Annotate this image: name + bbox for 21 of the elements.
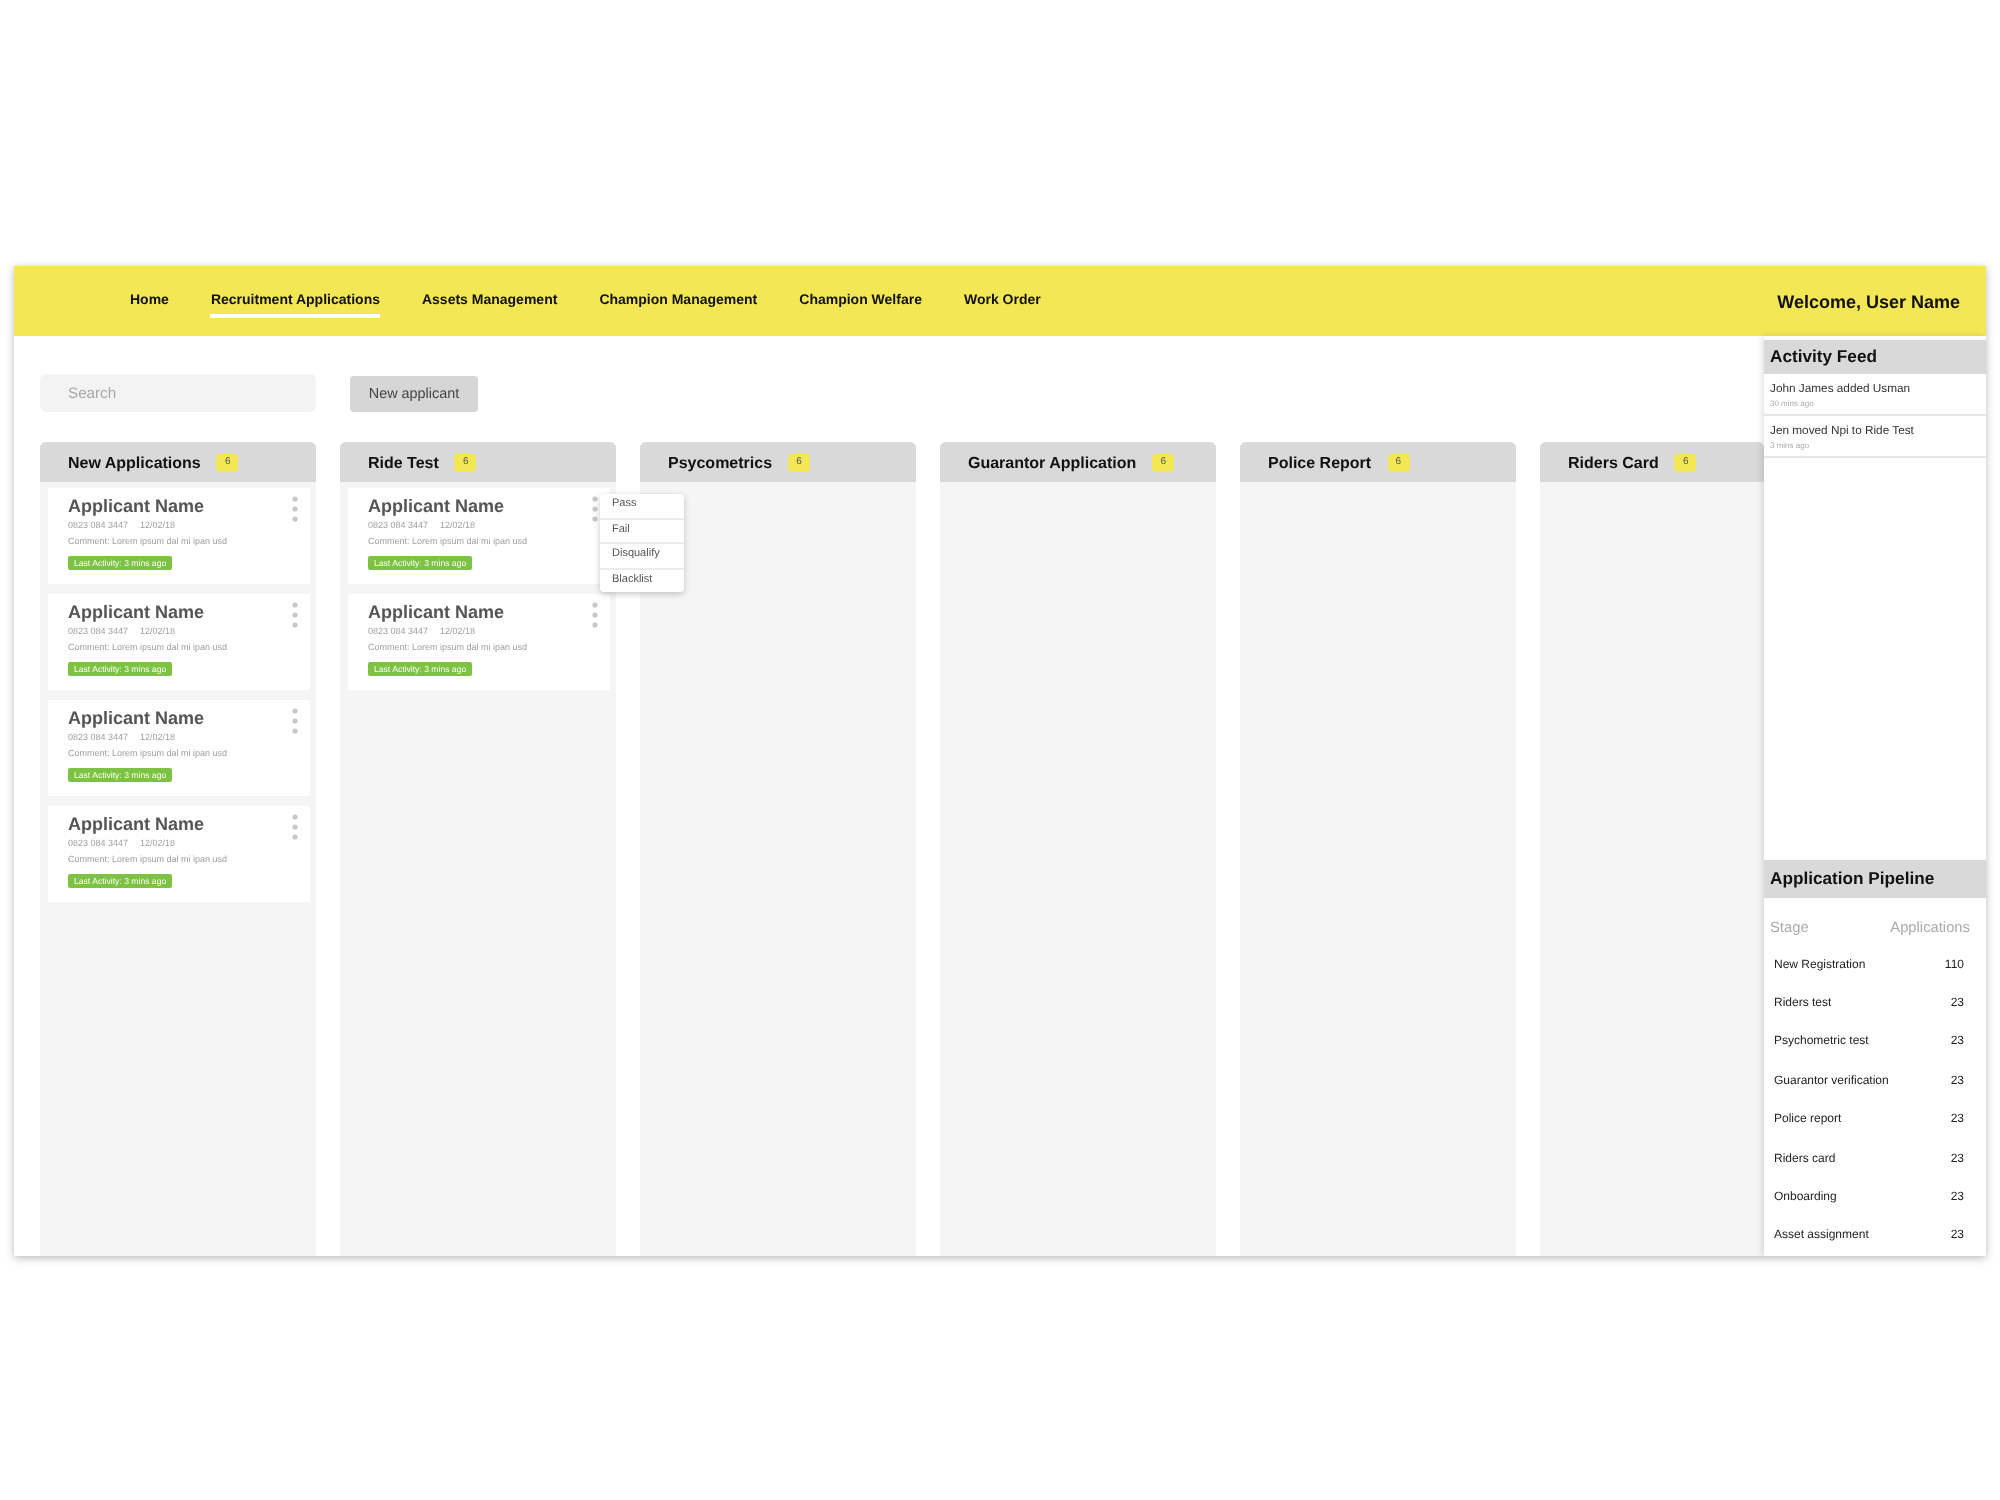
column-title: Ride Test: [368, 453, 439, 471]
applicant-name: Applicant Name: [368, 602, 505, 624]
applicant-name: Applicant Name: [68, 602, 205, 624]
column-title: Riders Card: [1568, 453, 1659, 471]
applicant-name: Applicant Name: [68, 814, 205, 836]
column-title: New Applications: [68, 453, 201, 471]
applicant-name: Applicant Name: [68, 496, 205, 518]
column-title: Police Report: [1268, 453, 1372, 471]
column-title: Guarantor Application: [968, 453, 1137, 471]
kebab-menu-icon[interactable]: [592, 602, 598, 628]
column-title: Psycometrics: [668, 453, 773, 471]
kebab-menu-icon[interactable]: [292, 496, 298, 522]
welcome-text: Welcome, User Name: [1777, 291, 1960, 311]
applicant-name: Applicant Name: [68, 708, 205, 730]
applicant-name: Applicant Name: [368, 496, 505, 518]
kebab-menu-icon[interactable]: [292, 602, 298, 628]
kebab-menu-icon[interactable]: [292, 814, 298, 840]
pipeline-header: Application Pipeline: [1764, 859, 1986, 898]
kebab-menu-icon[interactable]: [592, 496, 598, 522]
kebab-menu-icon[interactable]: [292, 708, 298, 734]
activity-feed-header: Activity Feed: [1764, 340, 1986, 374]
